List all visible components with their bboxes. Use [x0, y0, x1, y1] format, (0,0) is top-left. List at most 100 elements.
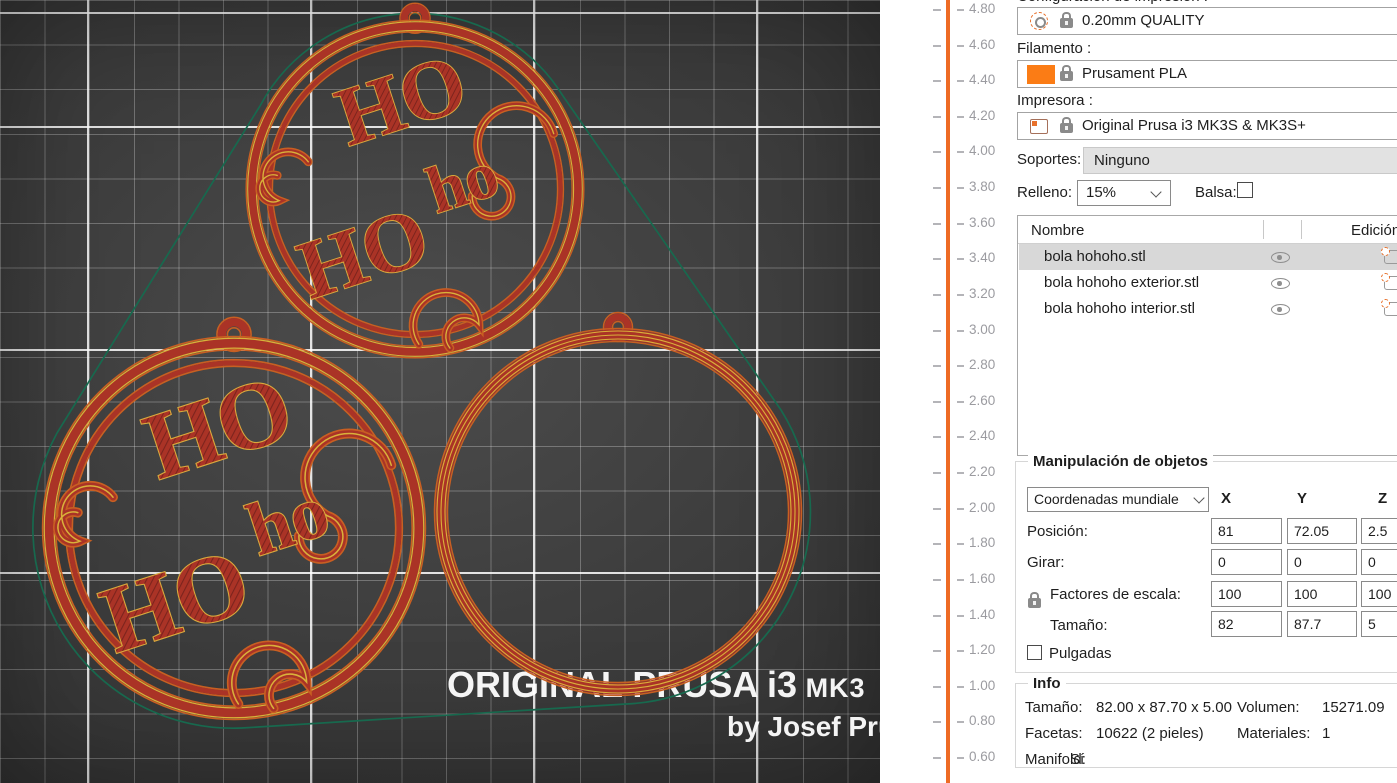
prusaslicer-window: { "viewport": { "bed_text_primary": "ORI…	[0, 0, 1397, 783]
ruler-tick-dash	[933, 685, 941, 688]
scale-factors-label: Factores de escala:	[1050, 586, 1181, 603]
size-x-input[interactable]	[1211, 611, 1282, 637]
ruler-tick: 4.60	[880, 37, 1015, 55]
ruler-tick-dash	[957, 151, 964, 154]
supports-combo[interactable]: Ninguno	[1083, 147, 1397, 174]
ruler-tick-dash	[957, 258, 964, 261]
model-bola-hohoho-top[interactable]	[246, 3, 584, 358]
ruler-tick-dash	[957, 365, 964, 368]
ruler-tick-dash	[933, 436, 941, 439]
filament-value: Prusament PLA	[1082, 65, 1188, 82]
ruler-tick-label: 1.60	[969, 570, 996, 586]
info-volume-label: Volumen:	[1237, 699, 1300, 716]
filament-combo[interactable]: Prusament PLA	[1017, 60, 1397, 88]
ruler-tick-dash	[957, 115, 964, 118]
raft-checkbox[interactable]	[1237, 182, 1253, 198]
visibility-eye-icon[interactable]	[1271, 252, 1290, 263]
model-bola-hohoho-left[interactable]	[43, 317, 426, 719]
edit-object-icon[interactable]	[1381, 273, 1397, 290]
edit-object-icon[interactable]	[1381, 299, 1397, 316]
ruler-tick: 1.20	[880, 642, 1015, 660]
scale-z-input[interactable]	[1361, 581, 1397, 607]
ruler-tick: 4.80	[880, 1, 1015, 19]
object-list: Nombre Edición bola hohoho.stl bola hoho…	[1017, 215, 1397, 456]
position-y-input[interactable]	[1287, 518, 1357, 544]
ruler-tick: 3.00	[880, 322, 1015, 340]
ruler-tick-dash	[957, 44, 964, 47]
axis-header-x: X	[1221, 490, 1232, 507]
rotate-z-input[interactable]	[1361, 549, 1397, 575]
position-x-input[interactable]	[1211, 518, 1282, 544]
ruler-tick-dash	[957, 329, 964, 332]
preset-lock-icon	[1060, 12, 1073, 28]
infill-combo[interactable]: 15%	[1077, 180, 1171, 206]
ruler-tick-dash	[957, 472, 964, 475]
ruler-tick-dash	[933, 721, 941, 724]
scale-lock-icon[interactable]	[1028, 592, 1041, 608]
ruler-tick-dash	[933, 578, 941, 581]
scale-x-input[interactable]	[1211, 581, 1282, 607]
ruler-tick-label: 0.80	[969, 713, 996, 729]
ruler-tick-label: 2.60	[969, 392, 996, 408]
infill-value: 15%	[1086, 184, 1117, 201]
ruler-tick-dash	[957, 721, 964, 724]
ruler-tick-label: 0.60	[969, 749, 996, 765]
coordinate-system-combo[interactable]: Coordenadas mundiale	[1027, 487, 1209, 512]
size-y-input[interactable]	[1287, 611, 1357, 637]
supports-value: Ninguno	[1094, 152, 1150, 169]
column-separator	[1263, 220, 1264, 239]
position-z-input[interactable]	[1361, 518, 1397, 544]
position-label: Posición:	[1027, 523, 1088, 540]
ruler-tick-label: 3.00	[969, 321, 996, 337]
object-row-bola-interior[interactable]: bola hohoho interior.stl	[1019, 296, 1397, 322]
scale-y-input[interactable]	[1287, 581, 1357, 607]
ruler-tick: 2.20	[880, 464, 1015, 482]
object-name: bola hohoho.stl	[1044, 248, 1146, 265]
ruler-tick-label: 1.40	[969, 606, 996, 622]
inches-checkbox[interactable]	[1027, 645, 1042, 660]
ruler-tick-label: 2.40	[969, 428, 996, 444]
filament-label: Filamento :	[1017, 40, 1092, 57]
filament-swatch	[1027, 65, 1055, 84]
ruler-tick-dash	[933, 151, 941, 154]
ruler-tick-label: 3.40	[969, 250, 996, 266]
rotate-x-input[interactable]	[1211, 549, 1282, 575]
print-settings-gear-icon	[1030, 12, 1048, 30]
object-row-bola-hohoho[interactable]: bola hohoho.stl	[1019, 244, 1397, 270]
size-z-input[interactable]	[1361, 611, 1397, 637]
printer-label: Impresora :	[1017, 92, 1093, 109]
info-title: Info	[1028, 675, 1066, 692]
printer-icon	[1030, 119, 1048, 134]
manipulation-title: Manipulación de objetos	[1028, 453, 1214, 470]
column-header-edit[interactable]: Edición	[1351, 222, 1397, 239]
info-materials-value: 1	[1322, 725, 1331, 742]
object-row-bola-exterior[interactable]: bola hohoho exterior.stl	[1019, 270, 1397, 296]
chevron-down-icon	[1150, 186, 1162, 198]
ruler-tick: 1.60	[880, 571, 1015, 589]
ruler-tick-dash	[957, 685, 964, 688]
ruler-tick-dash	[933, 80, 941, 83]
column-header-name[interactable]: Nombre	[1031, 222, 1084, 239]
ruler-tick-dash	[957, 9, 964, 11]
rotate-y-input[interactable]	[1287, 549, 1357, 575]
3d-viewport[interactable]: ORIGINAL PRUSA i3 MK3 by Josef Pru HO	[0, 0, 880, 783]
ruler-tick-dash	[933, 365, 941, 368]
size-label: Tamaño:	[1050, 617, 1108, 634]
ruler-tick-dash	[957, 757, 964, 760]
axis-header-y: Y	[1297, 490, 1308, 507]
edit-object-icon[interactable]	[1381, 247, 1397, 264]
ruler-tick-label: 4.80	[969, 1, 996, 16]
ruler-tick-dash	[933, 543, 941, 546]
ruler-tick-dash	[957, 436, 964, 439]
visibility-eye-icon[interactable]	[1271, 304, 1290, 315]
visibility-eye-icon[interactable]	[1271, 278, 1290, 289]
printer-combo[interactable]: Original Prusa i3 MK3S & MK3S+	[1017, 112, 1397, 140]
ruler-tick-label: 4.40	[969, 72, 996, 88]
info-volume-value: 15271.09	[1322, 699, 1385, 716]
ruler-tick-dash	[933, 258, 941, 261]
chevron-down-icon	[1193, 492, 1205, 504]
ruler-tick-dash	[933, 507, 941, 510]
rotate-label: Girar:	[1027, 554, 1065, 571]
model-bola-exterior[interactable]	[433, 311, 803, 697]
print-settings-combo[interactable]: 0.20mm QUALITY	[1017, 7, 1397, 35]
